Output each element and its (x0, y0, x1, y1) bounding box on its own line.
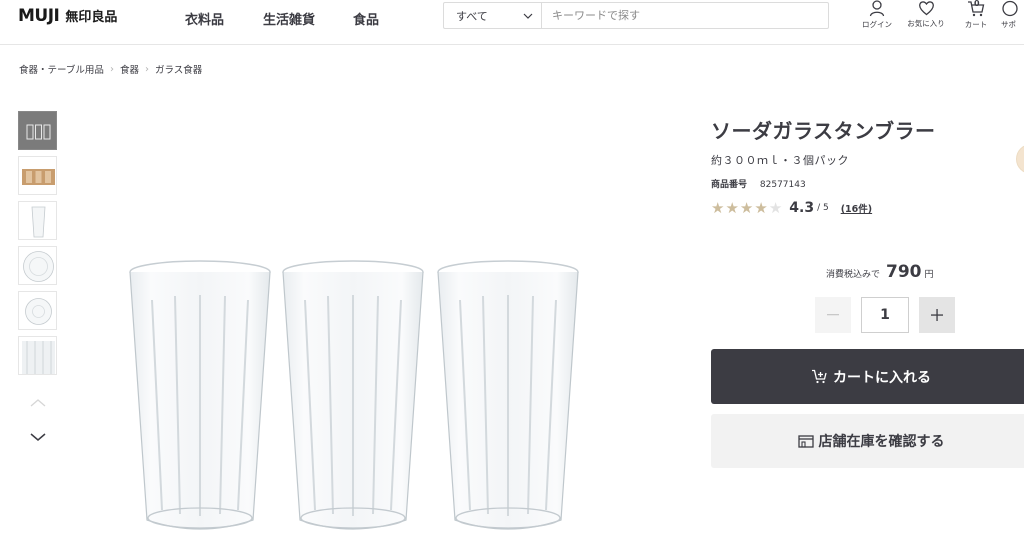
glass-3 (437, 260, 579, 530)
rating-value: 4.3 (789, 200, 815, 216)
product-code-row: 商品番号 82577143 (711, 177, 806, 190)
product-title: ソーダガラスタンブラー (711, 119, 936, 143)
thumbnail-glass-bottom (19, 292, 56, 329)
product-main-image (100, 100, 660, 545)
chevron-down-icon (523, 13, 533, 19)
nav-item-household[interactable]: 生活雑貨 (263, 9, 315, 28)
check-store-stock-button[interactable]: 店舗在庫を確認する (711, 414, 1024, 468)
thumbnail-glass-top (19, 247, 56, 284)
site-header: MUJI 無印良品 衣料品 生活雑貨 食品 すべて ログイン お気に入り 0 カ… (0, 0, 1024, 45)
product-code-value: 82577143 (759, 180, 806, 190)
review-count-link[interactable]: (16件) (841, 201, 872, 215)
quantity-input[interactable]: 1 (861, 297, 909, 333)
chevron-right-icon: › (109, 63, 114, 75)
search-category-select[interactable]: すべて (444, 3, 542, 28)
breadcrumb-item-glassware[interactable]: ガラス食器 (155, 62, 202, 76)
cart-link[interactable]: 0 カート (954, 0, 998, 30)
breadcrumb-item-dishes[interactable]: 食器 (120, 62, 139, 76)
product-photo-glasses (129, 260, 579, 530)
search-category-value: すべて (456, 9, 488, 23)
thumbnail-5[interactable] (18, 291, 57, 330)
chevron-down-icon[interactable] (28, 432, 48, 442)
support-label: サポ (1001, 20, 1016, 29)
rating-max: / 5 (817, 203, 829, 213)
chevron-up-icon[interactable] (28, 398, 48, 408)
star-icon: ★ (754, 198, 768, 217)
heart-icon (918, 1, 934, 16)
product-subtitle: 約３００ｍｌ・３個パック (711, 154, 849, 167)
currency-label: 円 (924, 270, 934, 280)
thumbnail-single-glass (19, 202, 56, 239)
brand-logo[interactable]: MUJI 無印良品 (18, 6, 117, 26)
brand-name-en: MUJI (18, 6, 60, 26)
minus-icon (827, 314, 839, 316)
tax-label: 消費税込みで (826, 270, 881, 280)
nav-item-clothing[interactable]: 衣料品 (185, 9, 224, 28)
search-bar: すべて (443, 2, 829, 29)
cart-label: カート (964, 20, 988, 29)
star-icon: ★ (739, 198, 754, 217)
quantity-stepper: 1 (815, 297, 955, 333)
thumbnail-glasses-dark (19, 112, 56, 149)
product-rating: ★ ★ ★ ★ ★ 4.3 / 5 (16件) (711, 200, 872, 216)
support-link[interactable]: サポ (1001, 0, 1024, 30)
price-value: 790 (886, 262, 922, 282)
breadcrumb-item-tableware[interactable]: 食器・テーブル用品 (19, 62, 104, 76)
favorites-link[interactable]: お気に入り (904, 0, 948, 29)
product-code-label: 商品番号 (711, 180, 748, 190)
add-to-cart-label: カートに入れる (833, 369, 931, 386)
store-icon (797, 435, 814, 448)
chevron-right-icon: › (144, 63, 149, 75)
support-icon (1002, 0, 1018, 17)
star-icon: ★ (711, 198, 725, 217)
check-store-stock-label: 店舗在庫を確認する (818, 434, 945, 450)
cart-icon-wrap: 0 (967, 0, 985, 17)
floating-badge[interactable] (1016, 144, 1024, 174)
cart-plus-icon (812, 369, 827, 384)
glass-2 (282, 260, 424, 530)
thumbnail-6[interactable] (18, 336, 57, 375)
thumbnail-glass-detail (19, 337, 56, 374)
favorites-label: お気に入り (907, 19, 945, 28)
nav-item-food[interactable]: 食品 (353, 9, 379, 28)
thumbnail-4[interactable] (18, 246, 57, 285)
search-input[interactable] (542, 3, 828, 28)
thumbnail-glasses-wood (19, 157, 56, 194)
price-row: 消費税込みで 790 円 (826, 262, 934, 282)
star-icon: ★ (725, 198, 739, 217)
glass-1 (129, 260, 271, 530)
breadcrumb: 食器・テーブル用品 › 食器 › ガラス食器 (19, 62, 202, 77)
user-icon (869, 0, 885, 17)
cart-count-badge: 0 (974, 0, 980, 8)
login-label: ログイン (862, 20, 892, 29)
thumbnail-2[interactable] (18, 156, 57, 195)
rating-stars: ★ ★ ★ ★ ★ (711, 198, 783, 217)
add-to-cart-button[interactable]: カートに入れる (711, 349, 1024, 404)
thumbnail-1[interactable] (18, 111, 57, 150)
thumbnail-3[interactable] (18, 201, 57, 240)
star-icon: ★ (768, 198, 783, 217)
brand-name-jp: 無印良品 (65, 10, 118, 25)
quantity-decrease-button[interactable] (815, 297, 851, 333)
login-link[interactable]: ログイン (855, 0, 899, 30)
thumbnail-list (18, 111, 58, 381)
quantity-increase-button[interactable] (919, 297, 955, 333)
plus-icon (931, 309, 943, 321)
